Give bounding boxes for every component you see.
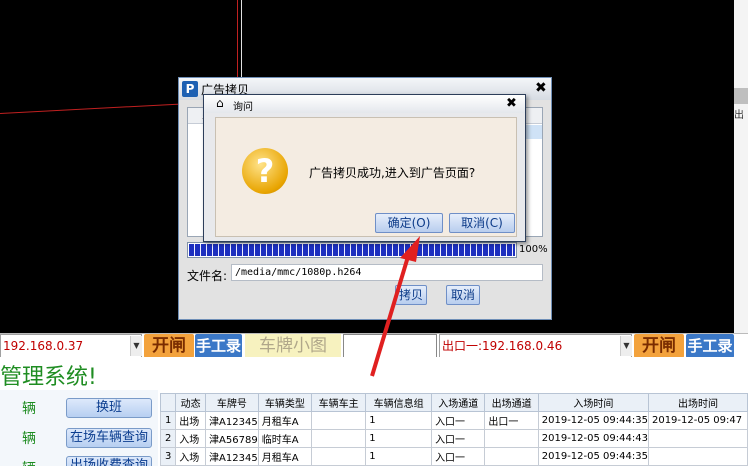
table-cell: 入口一 — [431, 411, 486, 430]
confirm-message: 广告拷贝成功,进入到广告页面? — [309, 166, 476, 180]
filename-label: 文件名: — [187, 269, 228, 283]
table-cell — [484, 447, 539, 466]
copy-button[interactable]: 拷贝 — [395, 285, 427, 305]
column-header[interactable]: 入场通道 — [431, 393, 486, 412]
table-cell: 2019-12-05 09:47 — [647, 411, 748, 430]
onsite-vehicle-query-button[interactable]: 在场车辆查询 — [66, 428, 152, 448]
strip-text: 出 — [734, 110, 744, 121]
app-logo-icon: P — [182, 81, 198, 97]
table-cell: 2019-12-05 09:44:35 — [537, 411, 649, 430]
table-header-row: 动态 车牌号 车辆类型 车辆车主 车辆信息组 入场通道 出场通道 入场时间 出场… — [159, 393, 748, 412]
table-cell: 入场 — [175, 447, 207, 466]
table-cell: 月租车A — [257, 447, 313, 466]
confirm-title: 询问 — [233, 102, 253, 113]
table-cell: 1 — [365, 411, 433, 430]
table-cell — [311, 429, 367, 448]
table-cell: 津A56789 — [205, 429, 259, 448]
column-header[interactable]: 车辆类型 — [257, 393, 313, 412]
cancel-button[interactable]: 取消(C) — [449, 213, 515, 233]
right-manual-entry-button[interactable]: 手工录 — [686, 334, 734, 358]
table-cell: 津A12345 — [205, 411, 259, 430]
table-cell: 入口一 — [431, 429, 486, 448]
table-cell — [647, 447, 748, 466]
main-panel: 管理系统! 辆 辆 辆 换班 在场车辆查询 出场收费查询 动态 车牌号 车辆类型… — [0, 357, 748, 466]
row-number: 2 — [159, 429, 177, 448]
right-strip: 出 — [734, 0, 748, 333]
vehicle-table: 动态 车牌号 车辆类型 车辆车主 车辆信息组 入场通道 出场通道 入场时间 出场… — [159, 393, 748, 466]
side-label: 辆 — [22, 431, 36, 447]
column-header[interactable]: 车牌号 — [205, 393, 259, 412]
confirm-body: ? 广告拷贝成功,进入到广告页面? 确定(O) 取消(C) — [215, 117, 517, 237]
filename-field[interactable]: /media/mmc/1080p.h264 — [231, 264, 543, 281]
table-cell: 临时车A — [257, 429, 313, 448]
plate-thumbnail: 车牌小图 — [245, 334, 341, 358]
table-cell: 1 — [365, 447, 433, 466]
strip-mark — [734, 88, 748, 104]
left-open-gate-button[interactable]: 开闸 — [144, 334, 194, 358]
column-header[interactable]: 车辆信息组 — [365, 393, 433, 412]
column-header[interactable]: 车辆车主 — [311, 393, 367, 412]
right-open-gate-button[interactable]: 开闸 — [634, 334, 684, 358]
table-cell: 2019-12-05 09:44:43 — [537, 429, 649, 448]
divider-line — [241, 0, 242, 78]
copy-progress-bar — [187, 242, 517, 258]
right-camera-select[interactable]: 出口一:192.168.0.46 — [439, 334, 632, 358]
chevron-down-icon[interactable]: ▼ — [130, 336, 142, 356]
ok-button[interactable]: 确定(O) — [375, 213, 443, 233]
row-number: 3 — [159, 447, 177, 466]
confirm-titlebar: ⌂ 询问 ✖ — [204, 95, 525, 113]
progress-percent: 100% — [519, 244, 548, 255]
camera-toolbar: 192.168.0.37 ▼ 开闸 手工录 车牌小图 出口一:192.168.0… — [0, 333, 748, 358]
row-number: 1 — [159, 411, 177, 430]
plate-input[interactable] — [343, 334, 437, 358]
question-icon: ? — [242, 148, 288, 194]
cancel-button[interactable]: 取消 — [446, 285, 480, 305]
shift-change-button[interactable]: 换班 — [66, 398, 152, 418]
table-cell: 出口一 — [484, 411, 539, 430]
column-header[interactable]: 动态 — [175, 393, 207, 412]
table-cell — [647, 429, 748, 448]
home-icon: ⌂ — [216, 96, 224, 110]
chevron-down-icon[interactable]: ▼ — [620, 336, 632, 356]
table-cell — [484, 429, 539, 448]
table-cell: 津A12345 — [205, 447, 259, 466]
table-cell: 1 — [365, 429, 433, 448]
column-header[interactable] — [159, 393, 177, 412]
left-manual-entry-button[interactable]: 手工录 — [195, 334, 242, 358]
table-cell — [311, 411, 367, 430]
close-icon[interactable]: ✖ — [506, 96, 517, 111]
table-cell: 月租车A — [257, 411, 313, 430]
table-cell: 2019-12-05 09:44:35 — [537, 447, 649, 466]
table-cell: 出场 — [175, 411, 207, 430]
column-header[interactable]: 出场通道 — [484, 393, 539, 412]
column-header[interactable]: 出场时间 — [647, 393, 748, 412]
table-cell: 入场 — [175, 429, 207, 448]
side-panel: 辆 辆 辆 换班 在场车辆查询 出场收费查询 — [0, 390, 158, 466]
column-header[interactable]: 入场时间 — [537, 393, 649, 412]
left-camera-ip: 192.168.0.37 — [3, 339, 84, 353]
table-row[interactable]: 3 入场 津A12345 月租车A 1 入口一 2019-12-05 09:44… — [159, 447, 748, 466]
side-label: 辆 — [22, 458, 36, 466]
side-label: 辆 — [22, 401, 36, 417]
exit-fee-query-button[interactable]: 出场收费查询 — [66, 456, 152, 466]
table-row[interactable]: 2 入场 津A56789 临时车A 1 入口一 2019-12-05 09:44… — [159, 429, 748, 448]
system-title: 管理系统! — [0, 365, 97, 390]
right-camera-ip: 出口一:192.168.0.46 — [442, 339, 563, 353]
table-row[interactable]: 1 出场 津A12345 月租车A 1 入口一 出口一 2019-12-05 0… — [159, 411, 748, 430]
progress-fill — [189, 244, 515, 256]
confirm-dialog: ⌂ 询问 ✖ ? 广告拷贝成功,进入到广告页面? 确定(O) 取消(C) — [203, 94, 526, 242]
table-cell — [311, 447, 367, 466]
table-cell: 入口一 — [431, 447, 486, 466]
close-icon[interactable]: ✖ — [535, 80, 547, 96]
left-camera-select[interactable]: 192.168.0.37 — [0, 334, 142, 358]
